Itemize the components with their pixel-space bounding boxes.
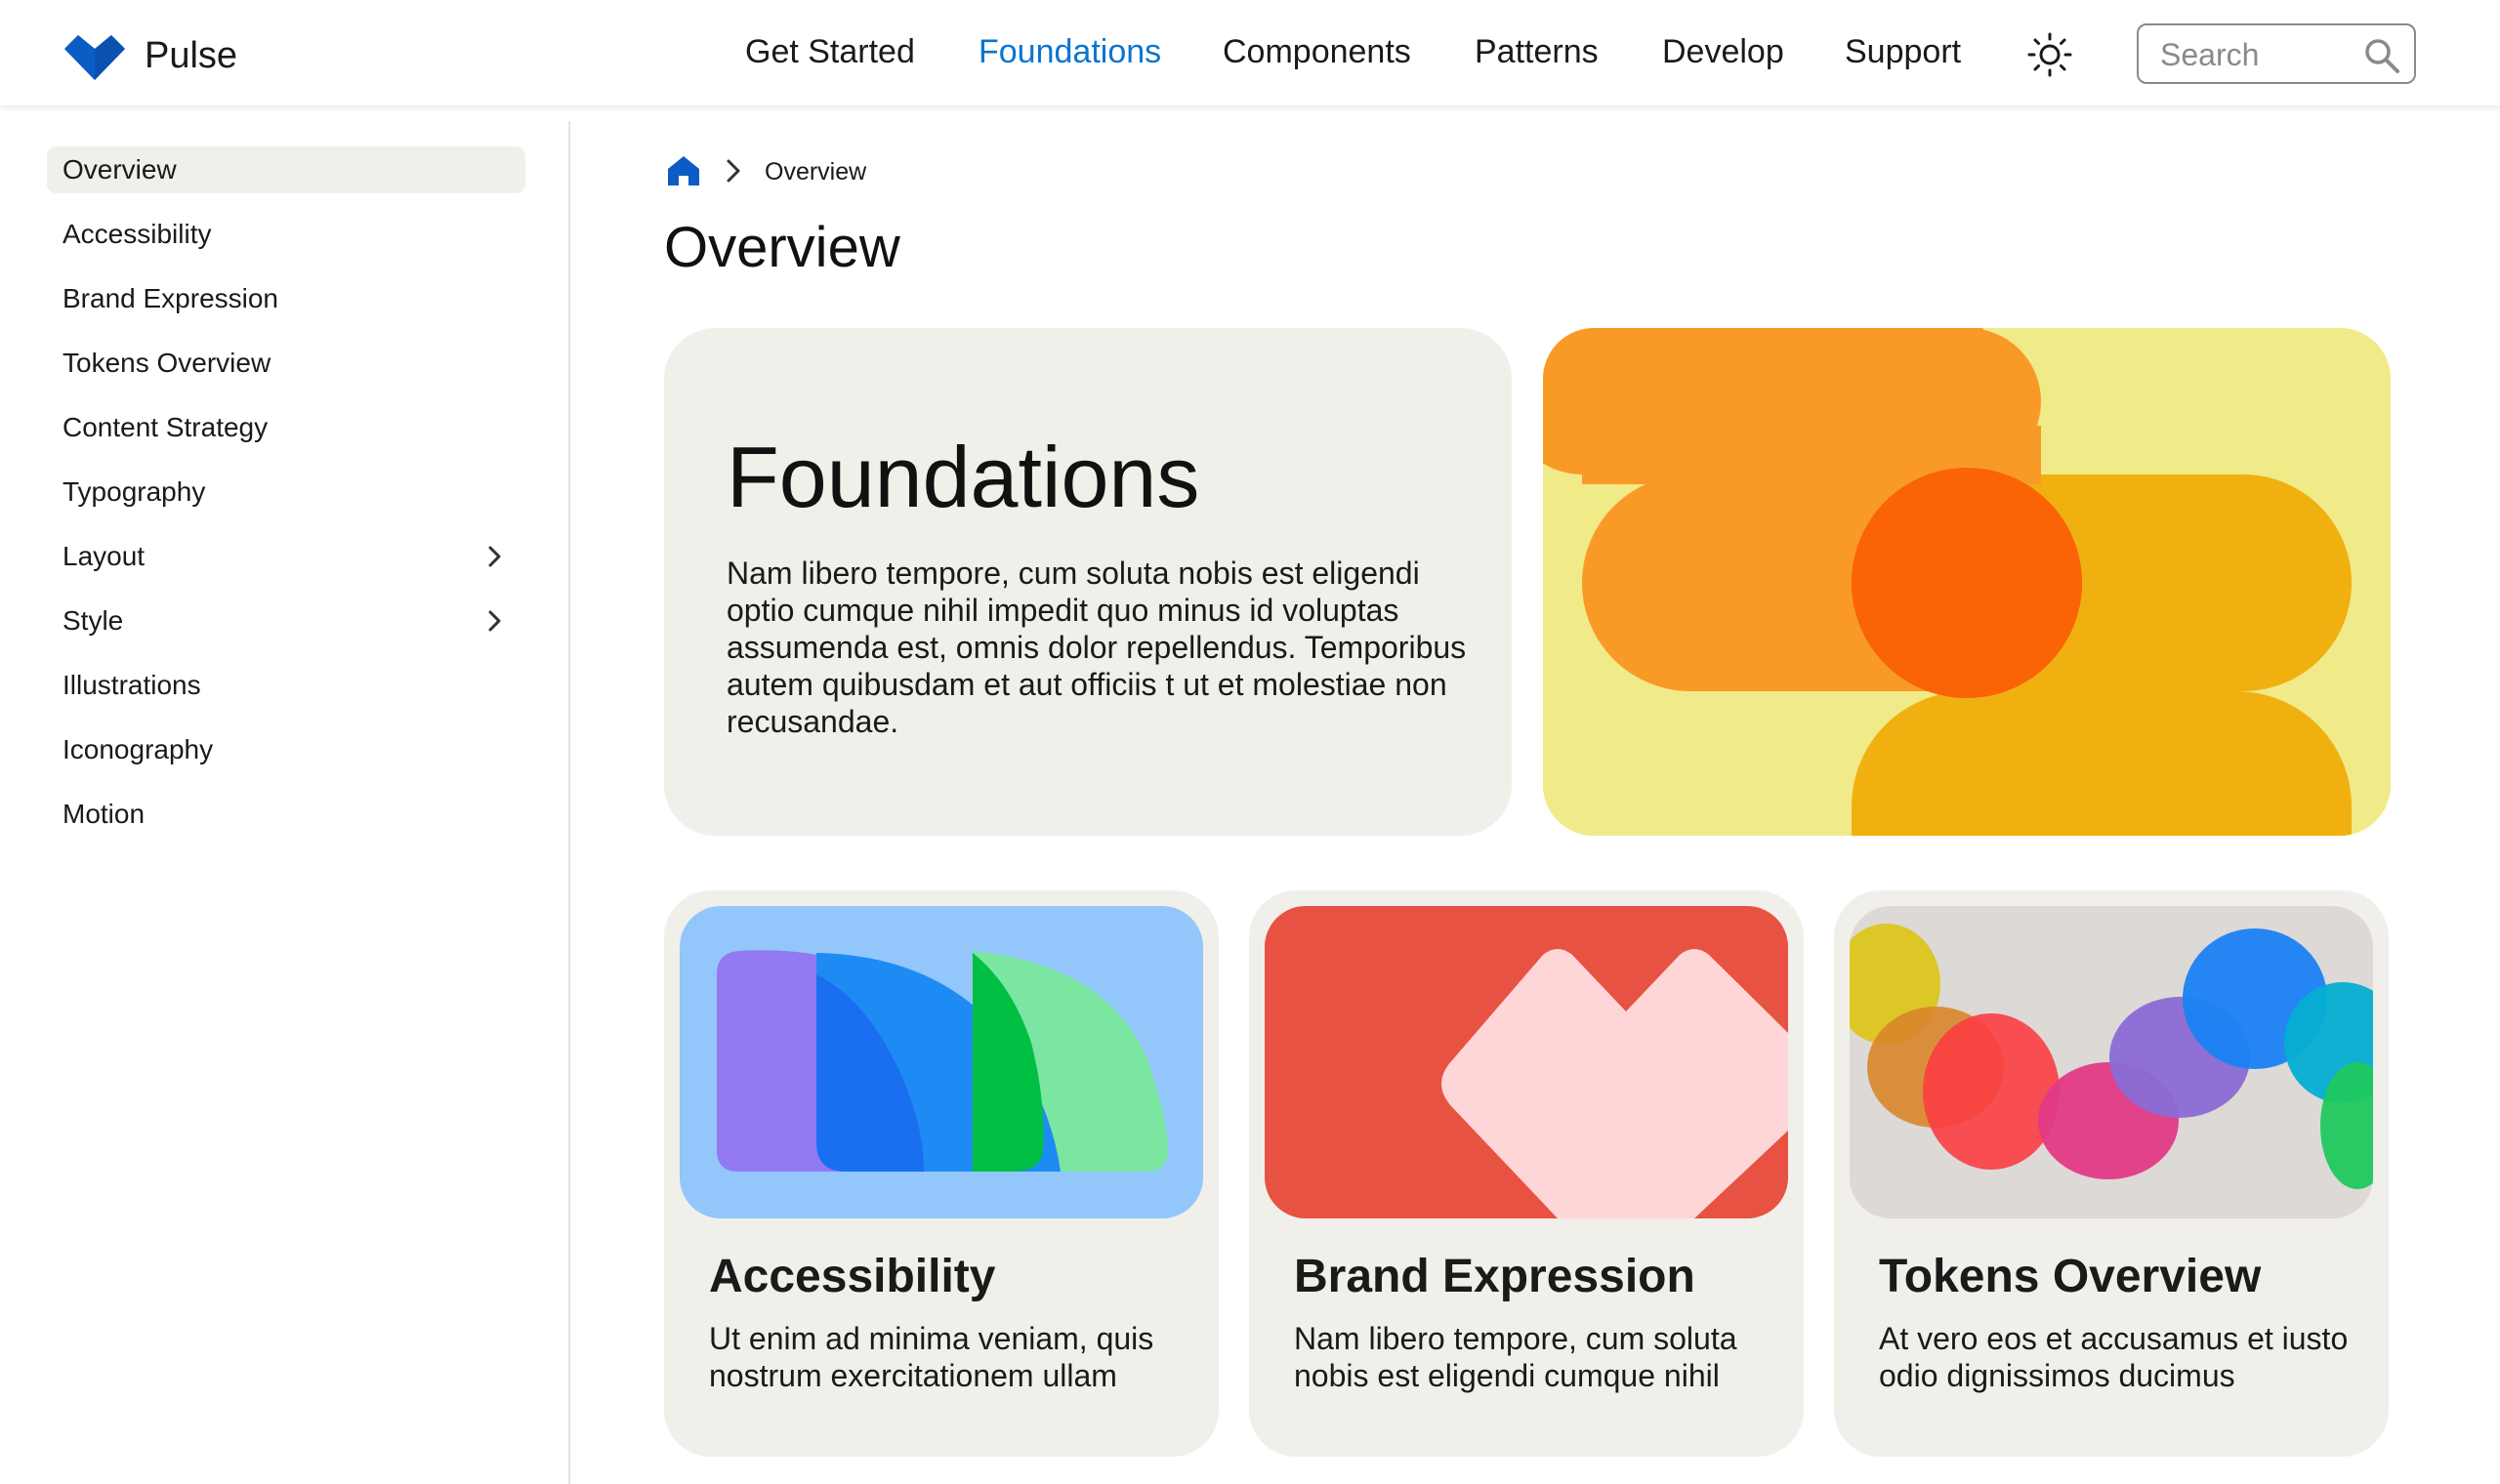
sidebar-item-label: Content Strategy <box>62 412 269 442</box>
sidebar-item-overview[interactable]: Overview <box>47 146 525 193</box>
sun-icon[interactable] <box>2026 31 2073 78</box>
card-brand-expression[interactable]: Brand Expression Nam libero tempore, cum… <box>1249 890 1804 1457</box>
search-icon[interactable] <box>2363 37 2400 74</box>
sidebar-item-label: Brand Expression <box>62 283 279 313</box>
sidebar-item-typography[interactable]: Typography <box>47 469 525 515</box>
card-tokens-overview[interactable]: Tokens Overview At vero eos et accusamus… <box>1834 890 2389 1457</box>
page-title: Overview <box>664 216 900 279</box>
nav-patterns[interactable]: Patterns <box>1475 33 1599 71</box>
top-navigation-bar: Pulse Get Started Foundations Components… <box>0 0 2500 105</box>
accessibility-illustration <box>680 906 1203 1218</box>
sidebar-item-accessibility[interactable]: Accessibility <box>47 211 525 258</box>
sidebar-item-label: Typography <box>62 476 206 507</box>
chevron-right-icon <box>727 159 740 183</box>
sidebar-item-illustrations[interactable]: Illustrations <box>47 662 525 709</box>
sidebar-item-layout[interactable]: Layout <box>47 533 525 580</box>
chevron-right-icon[interactable] <box>482 545 506 568</box>
sidebar-item-label: Style <box>62 605 124 636</box>
nav-foundations[interactable]: Foundations <box>979 33 1161 71</box>
chevron-right-icon[interactable] <box>482 609 506 633</box>
sidebar-item-tokens-overview[interactable]: Tokens Overview <box>47 340 525 387</box>
pulse-logo-icon[interactable] <box>61 29 129 84</box>
sidebar-item-label: Layout <box>62 541 146 571</box>
card-description: Ut enim ad minima veniam, quis nostrum e… <box>709 1321 1154 1393</box>
sidebar-item-label: Accessibility <box>62 219 212 249</box>
card-title: Brand Expression <box>1294 1251 1695 1302</box>
hero-card: Foundations Nam libero tempore, cum solu… <box>664 328 1512 836</box>
nav-support[interactable]: Support <box>1845 33 1961 71</box>
card-description: Nam libero tempore, cum soluta nobis est… <box>1294 1321 1737 1393</box>
sidebar-item-label: Iconography <box>62 734 214 764</box>
nav-develop[interactable]: Develop <box>1662 33 1784 71</box>
home-icon[interactable] <box>666 154 701 187</box>
hero-title: Foundations <box>727 429 1200 525</box>
sidebar-item-label: Overview <box>62 154 177 185</box>
hero-description: Nam libero tempore, cum soluta nobis est… <box>727 556 1467 739</box>
brand-name[interactable]: Pulse <box>145 35 237 77</box>
nav-get-started[interactable]: Get Started <box>745 33 915 71</box>
hero-illustration <box>1543 328 2391 836</box>
sidebar-item-label: Illustrations <box>62 670 201 700</box>
nav-components[interactable]: Components <box>1223 33 1411 71</box>
sidebar-item-style[interactable]: Style <box>47 598 525 644</box>
breadcrumb-current: Overview <box>765 158 867 186</box>
sidebar-item-content-strategy[interactable]: Content Strategy <box>47 404 525 451</box>
card-description: At vero eos et accusamus et iusto odio d… <box>1879 1321 2349 1393</box>
sidebar-item-brand-expression[interactable]: Brand Expression <box>47 275 525 322</box>
brand-expression-illustration <box>1265 906 1788 1218</box>
sidebar-item-motion[interactable]: Motion <box>47 791 525 838</box>
tokens-overview-illustration <box>1850 906 2373 1218</box>
sidebar-item-label: Motion <box>62 799 146 829</box>
search-input[interactable] <box>2158 33 2357 76</box>
card-title: Accessibility <box>709 1251 996 1302</box>
search-box[interactable] <box>2137 23 2416 84</box>
card-title: Tokens Overview <box>1879 1251 2262 1302</box>
card-accessibility[interactable]: Accessibility Ut enim ad minima veniam, … <box>664 890 1219 1457</box>
sidebar-divider <box>568 121 570 1484</box>
sidebar-item-label: Tokens Overview <box>62 348 271 378</box>
sidebar-item-iconography[interactable]: Iconography <box>47 726 525 773</box>
